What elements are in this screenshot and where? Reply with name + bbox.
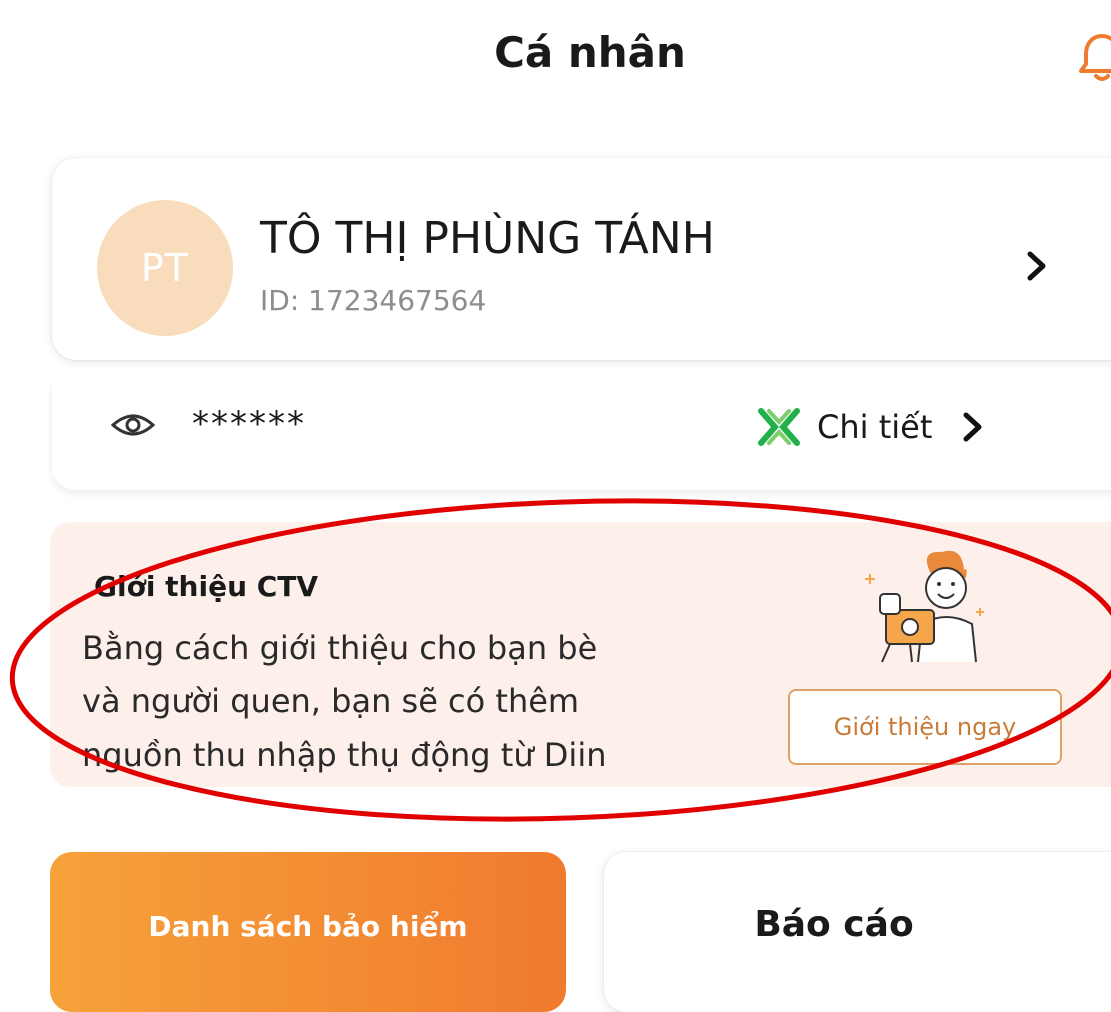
refer-now-button[interactable]: Giới thiệu ngay [788, 689, 1062, 765]
balance-card: ****** Chi tiết [52, 380, 1111, 490]
chevron-right-icon [963, 412, 982, 442]
avatar: PT [97, 200, 233, 336]
referral-title: Giới thiệu CTV [94, 570, 319, 603]
detail-link[interactable]: Chi tiết [757, 402, 984, 452]
detail-label: Chi tiết [817, 408, 933, 446]
profile-id: ID: 1723467564 [260, 284, 487, 317]
profile-name: TÔ THỊ PHÙNG TÁNH [260, 213, 715, 264]
eye-icon[interactable] [110, 410, 156, 440]
profile-card[interactable]: PT TÔ THỊ PHÙNG TÁNH ID: 1723467564 [52, 158, 1111, 360]
x-logo-icon [758, 408, 800, 446]
referral-card: Giới thiệu CTV Bằng cách giới thiệu cho … [50, 522, 1111, 787]
referral-illustration [865, 550, 984, 663]
report-button[interactable]: Báo cáo [604, 852, 1111, 1012]
chevron-right-icon[interactable] [1026, 251, 1048, 281]
page-title: Cá nhân [494, 28, 686, 77]
bell-icon[interactable] [1072, 28, 1111, 88]
insurance-list-button[interactable]: Danh sách bảo hiểm [50, 852, 566, 1012]
referral-description-line: nguồn thu nhập thụ động từ Diin [82, 736, 607, 774]
masked-balance: ****** [192, 404, 306, 444]
referral-description-line: và người quen, bạn sẽ có thêm [82, 682, 580, 720]
referral-description-line: Bằng cách giới thiệu cho bạn bè [82, 629, 598, 667]
